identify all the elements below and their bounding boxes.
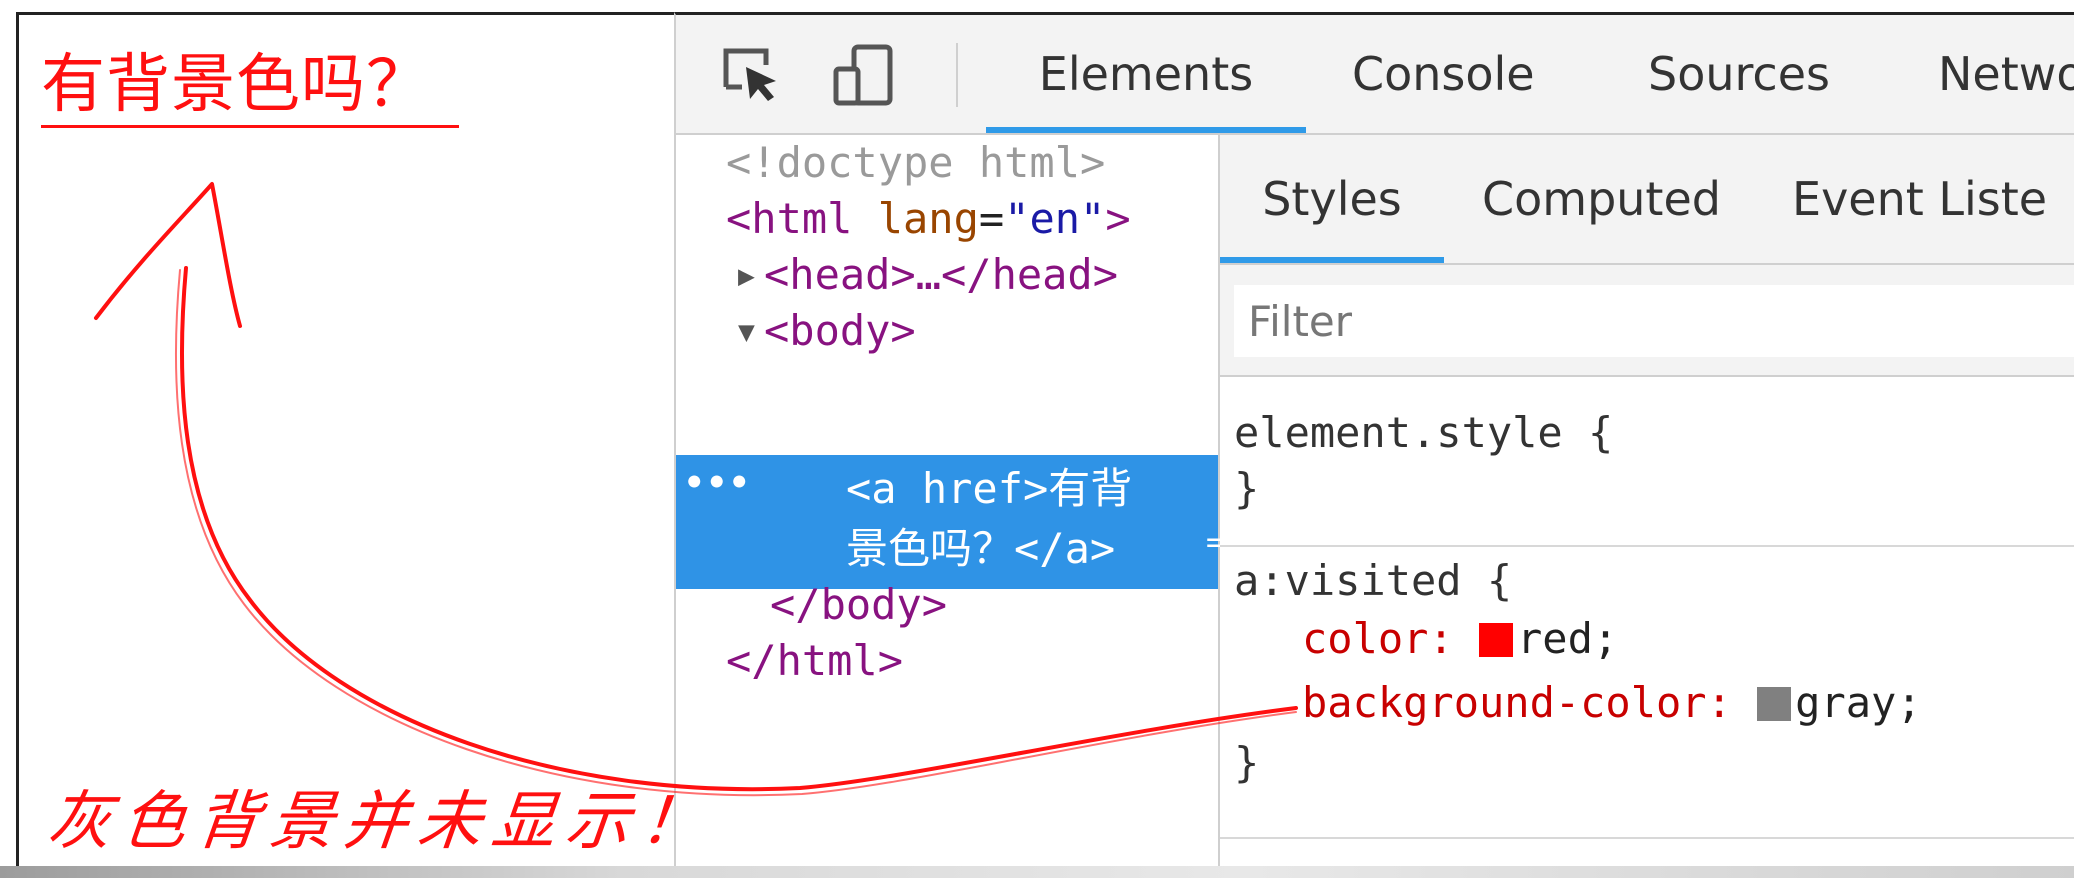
dom-html-open[interactable]: <html lang="en"> [726, 191, 1131, 247]
screenshot-stage: 有背景色吗？ Elements Console Sources Netwo <!… [0, 0, 2074, 878]
annotation-note: 灰色背景并未显示！ [44, 785, 718, 859]
dom-head[interactable]: ▶ <head>…</head> [738, 247, 1118, 303]
toolbar-divider [956, 43, 958, 107]
dom-tree: <!doctype html> <html lang="en"> ▶ <head>… [676, 135, 1224, 871]
declaration-background-color[interactable]: background-color: gray; [1302, 675, 1922, 731]
page-preview: 有背景色吗？ [16, 12, 677, 871]
rule-close-brace: } [1234, 464, 1260, 513]
rule-selector[interactable]: element.style { [1234, 405, 1613, 461]
html-lang-value: "en" [1004, 194, 1106, 243]
html-lang-attr: lang [877, 194, 979, 243]
head-node: <head>…</head> [764, 250, 1119, 299]
declaration-color[interactable]: color: red; [1302, 611, 1618, 667]
rule-selector[interactable]: a:visited { [1234, 553, 1512, 609]
color-swatch-icon[interactable] [1479, 623, 1514, 657]
page-link[interactable]: 有背景色吗？ [41, 53, 459, 128]
html-tag-close-bracket: > [1105, 194, 1131, 243]
rule-close-brace: } [1234, 738, 1260, 787]
dom-html-close[interactable]: </html> [726, 633, 903, 689]
body-open-node: <body> [764, 306, 916, 355]
bottom-edge [0, 866, 2074, 878]
tab-event-listeners[interactable]: Event Liste [1792, 135, 2047, 263]
tab-network[interactable]: Netwo [1938, 15, 2074, 133]
tab-computed[interactable]: Computed [1482, 135, 1721, 263]
styles-pane: Styles Computed Event Liste element.styl… [1220, 135, 2074, 871]
tab-console[interactable]: Console [1352, 15, 1535, 133]
devtools-toolbar: Elements Console Sources Netwo [676, 15, 2074, 135]
selected-anchor-node: <a href>有背 景色吗？</a> [846, 464, 1133, 573]
styles-filter-input[interactable] [1234, 285, 2074, 357]
collapse-triangle-icon[interactable]: ▼ [738, 304, 764, 360]
property-name: background-color: [1302, 678, 1732, 727]
dom-body-close[interactable]: </body> [770, 577, 947, 633]
rule-element-style: element.style { } [1220, 379, 2074, 547]
color-swatch-icon[interactable] [1757, 687, 1792, 721]
attr-equals: = [978, 194, 1005, 243]
dom-doctype[interactable]: <!doctype html> [726, 135, 1105, 191]
property-value: gray; [1795, 678, 1922, 727]
styles-subtabs: Styles Computed Event Liste [1220, 135, 2074, 265]
devtools-panel: Elements Console Sources Netwo <!doctype… [674, 12, 2074, 871]
tab-elements[interactable]: Elements [986, 15, 1306, 133]
property-name: color: [1302, 614, 1454, 663]
inspect-element-icon[interactable] [720, 43, 784, 107]
dom-body-open[interactable]: ▼ <body> [738, 303, 916, 359]
expand-triangle-icon[interactable]: ▶ [738, 248, 764, 304]
dom-selected-node[interactable]: ••• <a href>有背 景色吗？</a> = [676, 455, 1224, 589]
tab-styles[interactable]: Styles [1220, 135, 1444, 263]
filter-row [1220, 265, 2074, 377]
rule-a-visited: a:visited { color: red; background-color… [1220, 547, 2074, 839]
more-options-icon[interactable]: ••• [684, 463, 751, 503]
property-value: red; [1517, 614, 1619, 663]
html-tag-open: <html [726, 194, 853, 243]
tab-sources[interactable]: Sources [1648, 15, 1830, 133]
device-toolbar-icon[interactable] [832, 43, 896, 107]
